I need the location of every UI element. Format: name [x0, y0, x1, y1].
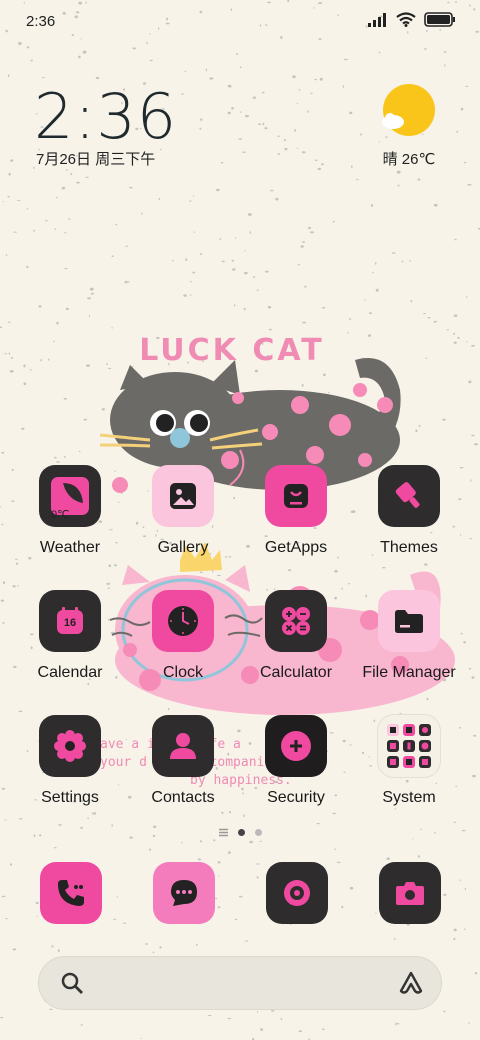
dock-music[interactable]	[266, 862, 328, 924]
status-bar: 2:36	[0, 0, 480, 42]
assistant-icon[interactable]	[398, 970, 424, 996]
page-dot[interactable]	[254, 829, 262, 836]
app-calendar[interactable]: 16 Calendar	[20, 590, 120, 682]
app-label: Calculator	[259, 664, 333, 681]
person-icon	[152, 715, 214, 777]
status-icons	[368, 12, 456, 27]
dock-messaging[interactable]	[153, 862, 215, 924]
app-folder-system[interactable]: System	[359, 715, 459, 807]
app-label: Calendar	[37, 664, 103, 681]
weather-icon-text: 0℃	[51, 509, 70, 521]
app-label: Themes	[380, 539, 438, 556]
page-dot-active[interactable]	[237, 829, 245, 836]
calendar-icon-day: 16	[63, 617, 77, 629]
app-label: Settings	[41, 789, 99, 806]
app-label: System	[382, 789, 436, 806]
clock-widget-date: 7月26日 周三下午	[36, 151, 156, 168]
app-getapps[interactable]: GetApps	[246, 465, 346, 557]
page-indicator[interactable]	[0, 828, 480, 837]
app-file-manager[interactable]: File Manager	[359, 590, 459, 682]
app-security[interactable]: Security	[246, 715, 346, 807]
gear-icon	[39, 715, 101, 777]
sunny-icon	[382, 84, 435, 136]
chat-icon	[171, 880, 197, 906]
app-label: Clock	[162, 664, 203, 681]
weather-temp: 晴 26℃	[382, 151, 436, 168]
app-label: File Manager	[362, 664, 456, 681]
app-contacts[interactable]: Contacts	[133, 715, 233, 807]
phone-icon	[58, 880, 84, 906]
app-gallery[interactable]: Gallery	[133, 465, 233, 557]
getapps-icon	[265, 465, 327, 527]
themes-icon	[378, 465, 440, 527]
calendar-icon: 16	[39, 590, 101, 652]
battery-icon	[424, 12, 455, 27]
wallpaper-title: LUCK CAT	[139, 333, 324, 368]
app-label: Contacts	[151, 789, 215, 806]
shield-plus-icon	[265, 715, 327, 777]
wifi-icon	[396, 12, 416, 27]
weather-widget[interactable]: 晴 26℃	[374, 84, 444, 169]
weather-icon: 0℃	[39, 465, 101, 527]
dock-camera[interactable]	[379, 862, 441, 924]
search-icon[interactable]	[60, 971, 84, 995]
search-bar[interactable]	[38, 956, 442, 1010]
folder-grid-icon	[378, 715, 440, 777]
app-label: Security	[267, 789, 325, 806]
calculator-icon	[265, 590, 327, 652]
app-clock[interactable]: Clock	[133, 590, 233, 682]
clock-widget-time[interactable]: 2:36	[34, 80, 177, 153]
music-icon	[284, 880, 310, 906]
signal-icon	[368, 12, 386, 27]
app-settings[interactable]: Settings	[20, 715, 120, 807]
camera-icon	[396, 882, 424, 905]
app-weather[interactable]: 0℃ Weather	[20, 465, 120, 557]
dock-phone[interactable]	[40, 862, 102, 924]
clock-icon	[152, 590, 214, 652]
app-list-icon[interactable]	[218, 828, 228, 837]
app-label: Gallery	[157, 539, 209, 556]
app-calculator[interactable]: Calculator	[246, 590, 346, 682]
app-label: GetApps	[264, 539, 328, 556]
app-themes[interactable]: Themes	[359, 465, 459, 557]
folder-icon	[378, 590, 440, 652]
status-time: 2:36	[26, 13, 56, 30]
app-label: Weather	[39, 539, 101, 556]
gallery-icon	[152, 465, 214, 527]
